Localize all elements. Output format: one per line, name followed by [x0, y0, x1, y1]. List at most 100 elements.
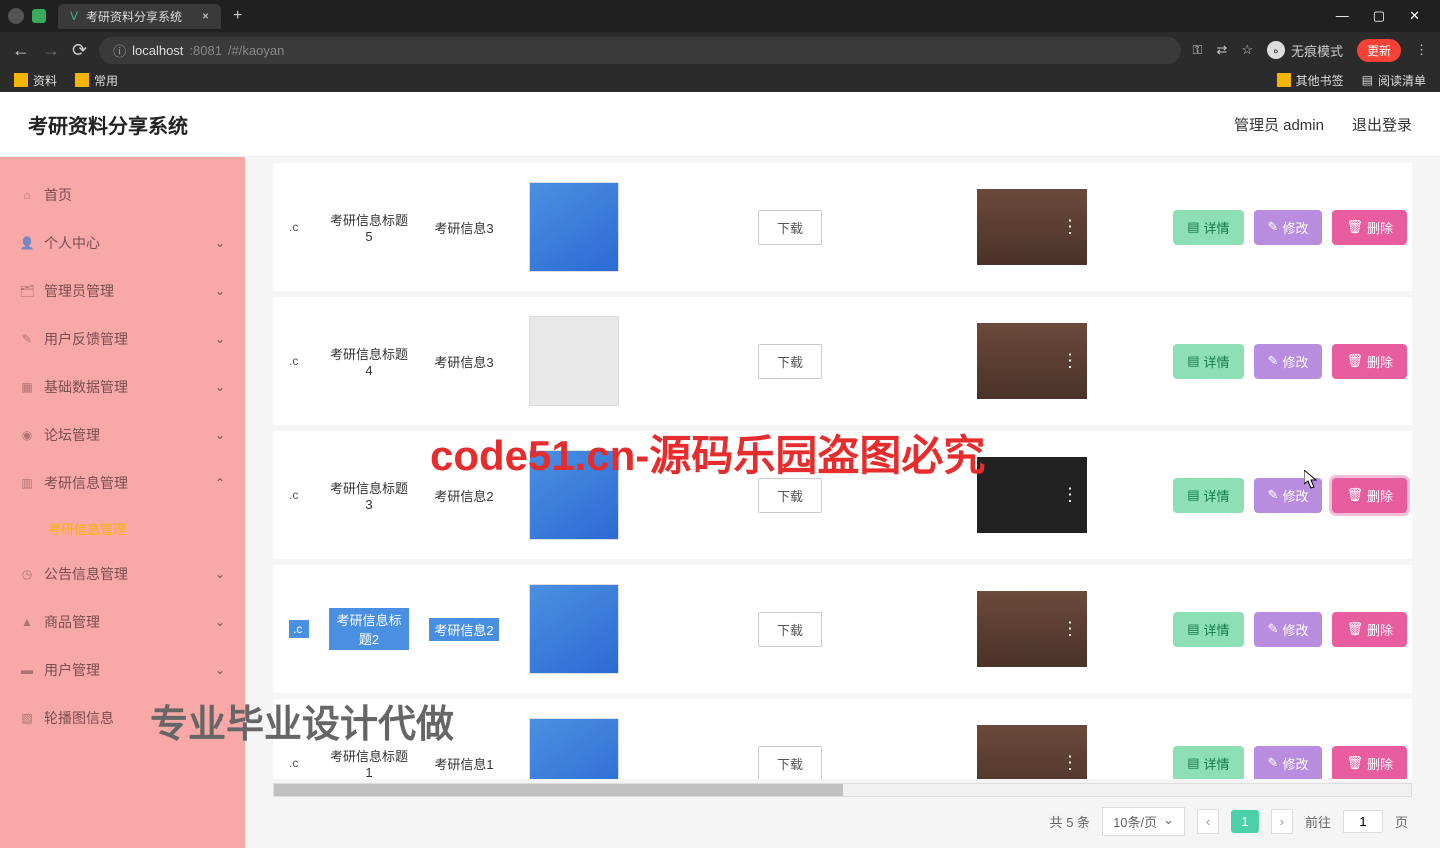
folder-icon: [1277, 73, 1291, 87]
detail-button[interactable]: ▤详情: [1173, 344, 1243, 379]
bookmark-other[interactable]: 其他书签: [1277, 72, 1344, 89]
feedback-icon: ✎: [20, 332, 34, 346]
bookmark-star-icon[interactable]: ☆: [1241, 42, 1253, 58]
maximize-icon[interactable]: ▢: [1373, 8, 1385, 24]
tab-title: 考研资料分享系统: [86, 8, 182, 25]
sidebar-item-profile[interactable]: 👤个人中心: [0, 219, 245, 267]
trash-icon: 🗑: [1346, 219, 1363, 235]
reading-list[interactable]: ▤阅读清单: [1362, 72, 1426, 89]
browser-tab[interactable]: V 考研资料分享系统 ×: [58, 4, 221, 29]
users-icon: ▬: [20, 663, 34, 677]
cell-title: 考研信息标题1: [329, 746, 409, 779]
detail-button[interactable]: ▤详情: [1173, 210, 1243, 245]
cell-title: 考研信息标题5: [329, 210, 409, 244]
update-button[interactable]: 更新: [1357, 39, 1401, 62]
reload-icon[interactable]: ⟳: [72, 40, 87, 61]
video-thumbnail[interactable]: [977, 725, 1087, 779]
cell-video: [977, 591, 1117, 667]
page-number[interactable]: 1: [1231, 810, 1258, 833]
cell-category: 考研信息2: [429, 486, 499, 505]
download-button[interactable]: 下载: [758, 746, 822, 780]
sidebar-item-admin[interactable]: 🗂管理员管理: [0, 267, 245, 315]
delete-button[interactable]: 🗑删除: [1332, 746, 1407, 780]
video-thumbnail[interactable]: [977, 591, 1087, 667]
site-info-icon[interactable]: ⓘ: [113, 41, 126, 60]
scrollbar-thumb[interactable]: [274, 784, 843, 796]
new-tab-button[interactable]: +: [221, 7, 254, 25]
edit-button[interactable]: ✎修改: [1254, 344, 1323, 379]
user-label[interactable]: 管理员 admin: [1234, 114, 1324, 135]
edit-icon: ✎: [1268, 219, 1279, 235]
detail-icon: ▤: [1187, 755, 1199, 771]
cell-ext: .c: [289, 756, 309, 770]
edit-button[interactable]: ✎修改: [1254, 612, 1323, 647]
cell-cover: [519, 445, 629, 545]
video-thumbnail[interactable]: [977, 189, 1087, 265]
url-port: :8081: [189, 43, 222, 58]
pagination-total: 共 5 条: [1050, 812, 1091, 831]
sidebar-item-carousel[interactable]: ▧轮播图信息: [0, 694, 245, 742]
cell-cover: [519, 713, 629, 779]
goto-suffix: 页: [1395, 812, 1408, 831]
menu-dots-icon[interactable]: ⋮: [1415, 42, 1428, 58]
sidebar-item-forum[interactable]: ◉论坛管理: [0, 411, 245, 459]
logout-link[interactable]: 退出登录: [1352, 114, 1412, 135]
sidebar-item-home[interactable]: ⌂首页: [0, 171, 245, 219]
carousel-icon: ▧: [20, 711, 34, 725]
table-row: .c 考研信息标题5 考研信息3 下载 ▤详情 ✎修改 🗑删除: [273, 163, 1412, 291]
goto-page-input[interactable]: [1343, 810, 1383, 833]
app-icon-1: [8, 8, 24, 24]
bookmarks-bar: 资料 常用 其他书签 ▤阅读清单: [0, 68, 1440, 92]
prev-page-button[interactable]: ‹: [1197, 809, 1219, 834]
translate-icon[interactable]: ⇄: [1216, 42, 1227, 58]
bookmark-item[interactable]: 资料: [14, 72, 57, 89]
cell-video: [977, 323, 1117, 399]
sidebar-item-kaoyan[interactable]: ▥考研信息管理: [0, 459, 245, 507]
sidebar-sub-kaoyan[interactable]: 考研信息管理: [0, 507, 245, 550]
detail-button[interactable]: ▤详情: [1173, 612, 1243, 647]
delete-button[interactable]: 🗑删除: [1332, 478, 1407, 513]
sidebar-item-announce[interactable]: ◷公告信息管理: [0, 550, 245, 598]
page-size-select[interactable]: 10条/页⌄: [1102, 807, 1185, 836]
video-thumbnail[interactable]: [977, 457, 1087, 533]
sidebar-item-users[interactable]: ▬用户管理: [0, 646, 245, 694]
tab-close-icon[interactable]: ×: [202, 9, 209, 23]
delete-button[interactable]: 🗑删除: [1332, 344, 1407, 379]
download-button[interactable]: 下载: [758, 612, 822, 647]
detail-button[interactable]: ▤详情: [1173, 478, 1243, 513]
sidebar-item-feedback[interactable]: ✎用户反馈管理: [0, 315, 245, 363]
table-row: .c 考研信息标题2 考研信息2 下载 ▤详情 ✎修改 🗑删除: [273, 565, 1412, 693]
edit-button[interactable]: ✎修改: [1254, 746, 1323, 780]
url-input[interactable]: ⓘ localhost :8081 /#/kaoyan: [99, 37, 1180, 64]
back-icon[interactable]: ←: [12, 40, 30, 61]
edit-button[interactable]: ✎修改: [1254, 210, 1323, 245]
detail-button[interactable]: ▤详情: [1173, 746, 1243, 780]
table-row: .c 考研信息标题3 考研信息2 下载 ▤详情 ✎修改 🗑删除: [273, 431, 1412, 559]
folder-icon: [14, 73, 28, 87]
cell-cover: [519, 177, 629, 277]
horizontal-scrollbar[interactable]: [273, 783, 1412, 797]
content-area: .c 考研信息标题5 考研信息3 下载 ▤详情 ✎修改 🗑删除: [245, 157, 1440, 848]
cell-ext: .c: [289, 488, 309, 502]
cell-ext: .c: [289, 620, 309, 638]
video-thumbnail[interactable]: [977, 323, 1087, 399]
forward-icon[interactable]: →: [42, 40, 60, 61]
bookmark-item[interactable]: 常用: [75, 72, 118, 89]
sidebar-label: 公告信息管理: [44, 564, 128, 584]
detail-icon: ▤: [1187, 219, 1199, 235]
key-icon[interactable]: ⚿: [1193, 42, 1203, 58]
app-title: 考研资料分享系统: [28, 110, 188, 139]
delete-button[interactable]: 🗑删除: [1332, 210, 1407, 245]
sidebar-item-goods[interactable]: ▲商品管理: [0, 598, 245, 646]
sidebar-item-basedata[interactable]: ▦基础数据管理: [0, 363, 245, 411]
cell-category: 考研信息1: [429, 754, 499, 773]
download-button[interactable]: 下载: [758, 210, 822, 245]
table-row: .c 考研信息标题1 考研信息1 下载 ▤详情 ✎修改 🗑删除: [273, 699, 1412, 779]
download-button[interactable]: 下载: [758, 344, 822, 379]
close-window-icon[interactable]: ✕: [1409, 8, 1420, 24]
download-button[interactable]: 下载: [758, 478, 822, 513]
table-scroll[interactable]: .c 考研信息标题5 考研信息3 下载 ▤详情 ✎修改 🗑删除: [273, 157, 1412, 779]
minimize-icon[interactable]: —: [1336, 8, 1349, 24]
delete-button[interactable]: 🗑删除: [1332, 612, 1407, 647]
next-page-button[interactable]: ›: [1271, 809, 1293, 834]
